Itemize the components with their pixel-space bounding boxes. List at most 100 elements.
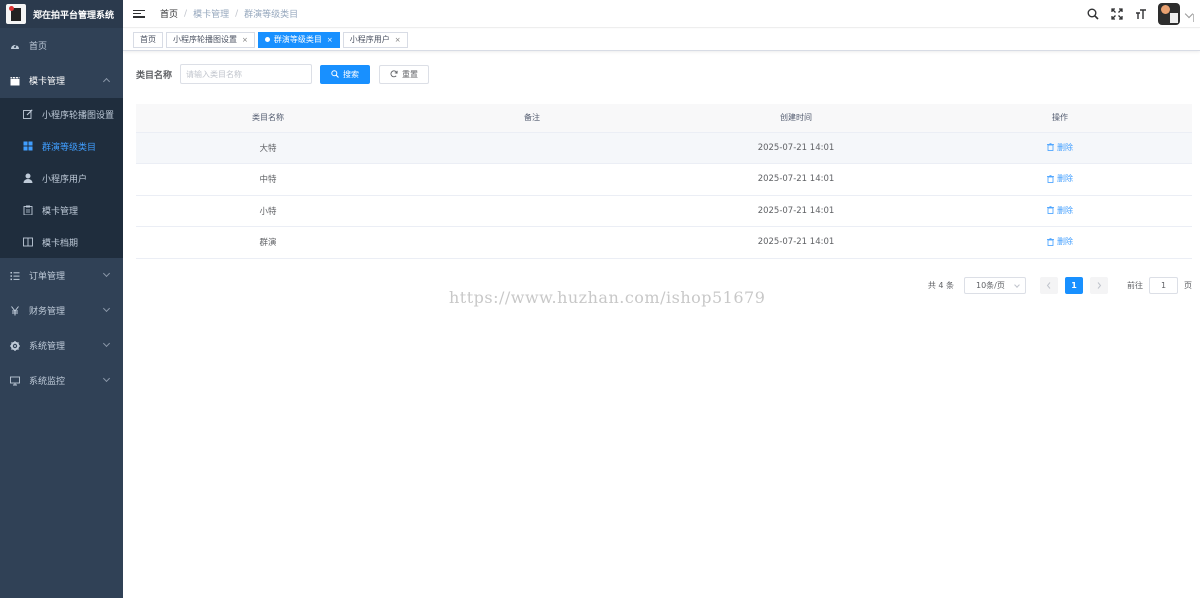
category-name-label: 类目名称 (136, 70, 173, 81)
sidebar-item-orders[interactable]: 订单管理 (0, 258, 123, 293)
table-row: 大特 2025-07-21 14:01 删除 (136, 132, 1192, 164)
delete-button[interactable]: 删除 (1047, 205, 1073, 216)
hamburger-icon[interactable] (133, 8, 145, 20)
delete-button[interactable]: 删除 (1047, 173, 1073, 184)
reset-button-label: 重置 (402, 69, 419, 79)
category-table: 类目名称 备注 创建时间 操作 大特 2025-07-21 14:01 删除 中 (136, 104, 1192, 259)
next-page-button[interactable] (1090, 276, 1108, 294)
reset-button[interactable]: 重置 (379, 64, 430, 84)
list-icon (9, 270, 21, 282)
tag-extras-category[interactable]: 群演等级类目 × (257, 31, 340, 48)
grid-icon (22, 140, 34, 152)
sidebar-item-label: 小程序轮播图设置 (42, 110, 115, 121)
table-header-row: 类目名称 备注 创建时间 操作 (136, 104, 1192, 133)
scrollbar-handle[interactable] (1193, 14, 1194, 22)
cell-name: 大特 (136, 132, 400, 164)
sidebar-item-home[interactable]: 首页 (0, 28, 123, 63)
fullscreen-icon[interactable] (1110, 7, 1124, 21)
delete-label: 删除 (1057, 237, 1073, 246)
sidebar-item-label: 群演等级类目 (42, 142, 97, 153)
cell-action: 删除 (928, 163, 1192, 196)
tag-label: 小程序轮播图设置 (173, 35, 237, 44)
delete-label: 删除 (1057, 142, 1073, 152)
navbar: 首页 / 模卡管理 / 群演等级类目 (123, 0, 1200, 28)
sidebar-item-modelcard-schedule[interactable]: 模卡档期 (0, 226, 123, 258)
pagination-total: 共 4 条 (927, 280, 954, 290)
sidebar-item-label: 订单管理 (29, 272, 66, 282)
app-title: 郑在拍平台管理系统 (33, 10, 115, 21)
yen-icon (9, 305, 21, 317)
sidebar-item-carousel-settings[interactable]: 小程序轮播图设置 (0, 98, 123, 130)
chevron-down-icon (102, 374, 111, 383)
sidebar-item-monitor[interactable]: 系统监控 (0, 363, 123, 398)
delete-button[interactable]: 删除 (1047, 236, 1073, 247)
watermark: https://www.huzhan.com/ishop51679 (449, 288, 766, 307)
chevron-up-icon (102, 77, 111, 86)
page-size-select[interactable]: 10条/页 (964, 276, 1026, 294)
pagination: 共 4 条 10条/页 1 前往 页 (928, 276, 1192, 294)
caret-down-icon[interactable] (1184, 9, 1194, 19)
breadcrumb-item-modelcard: 模卡管理 (193, 10, 230, 20)
delete-label: 删除 (1057, 205, 1073, 215)
col-header-action: 操作 (928, 104, 1192, 133)
logo[interactable]: 郑在拍平台管理系统 (0, 0, 123, 28)
sidebar-item-miniapp-users[interactable]: 小程序用户 (0, 162, 123, 194)
book-icon (22, 236, 34, 248)
sidebar-item-modelcard-manage[interactable]: 模卡管理 (0, 194, 123, 226)
sidebar-item-label: 模卡管理 (42, 206, 79, 217)
table-row: 中特 2025-07-21 14:01 删除 (136, 163, 1192, 196)
page-number-1[interactable]: 1 (1065, 276, 1083, 294)
cell-action: 删除 (928, 195, 1192, 227)
breadcrumb-item-home[interactable]: 首页 (160, 7, 178, 20)
search-button[interactable]: 搜索 (320, 64, 371, 84)
active-dot-icon (264, 37, 270, 42)
search-icon[interactable] (1086, 7, 1100, 21)
navbar-right (1086, 0, 1200, 28)
close-icon[interactable]: × (395, 36, 401, 44)
avatar[interactable] (1158, 3, 1180, 25)
sidebar-item-modelcard[interactable]: 模卡管理 (0, 63, 123, 98)
trash-icon (1047, 237, 1054, 246)
tag-miniapp-users[interactable]: 小程序用户 × (342, 31, 408, 48)
close-icon[interactable]: × (242, 36, 248, 44)
cell-remark (400, 195, 664, 227)
sidebar-item-label: 模卡档期 (42, 238, 79, 249)
close-icon[interactable]: × (327, 36, 333, 44)
submenu-modelcard: 小程序轮播图设置 群演等级类目 小程序用户 模卡管理 模卡档期 (0, 98, 123, 258)
sidebar-item-label: 系统管理 (29, 342, 66, 352)
tag-label: 首页 (140, 35, 156, 44)
search-form: 类目名称 搜索 重置 (136, 52, 1192, 96)
gear-icon (9, 340, 21, 352)
tag-label: 小程序用户 (349, 35, 390, 44)
tag-label: 群演等级类目 (273, 35, 322, 44)
cell-action: 删除 (928, 226, 1192, 259)
cell-name: 群演 (136, 226, 400, 259)
table-row: 小特 2025-07-21 14:01 删除 (136, 195, 1192, 227)
breadcrumb-separator: / (235, 8, 239, 19)
col-header-name: 类目名称 (136, 104, 400, 133)
category-name-input[interactable] (180, 64, 313, 84)
cell-created: 2025-07-21 14:01 (664, 163, 928, 196)
sidebar-item-system[interactable]: 系统管理 (0, 328, 123, 363)
logo-image (6, 4, 26, 24)
cell-created: 2025-07-21 14:01 (664, 132, 928, 164)
sidebar-item-extras-category[interactable]: 群演等级类目 (0, 130, 123, 162)
sidebar-item-label: 小程序用户 (42, 174, 88, 185)
trash-icon (1047, 174, 1054, 183)
prev-page-button[interactable] (1040, 276, 1058, 294)
clapperboard-icon (9, 75, 21, 87)
delete-button[interactable]: 删除 (1047, 142, 1073, 153)
cell-created: 2025-07-21 14:01 (664, 195, 928, 227)
goto-prefix: 前往 (1127, 280, 1143, 290)
goto-page-input[interactable] (1149, 276, 1178, 294)
breadcrumb: 首页 / 模卡管理 / 群演等级类目 (160, 7, 298, 21)
tag-carousel-settings[interactable]: 小程序轮播图设置 × (166, 31, 255, 48)
cell-created: 2025-07-21 14:01 (664, 226, 928, 259)
tag-home[interactable]: 首页 (133, 31, 163, 48)
dashboard-icon (9, 40, 21, 52)
search-button-label: 搜索 (343, 69, 360, 79)
sidebar-item-finance[interactable]: 财务管理 (0, 293, 123, 328)
font-size-icon[interactable] (1134, 7, 1148, 21)
main-content: 类目名称 搜索 重置 类目名称 备注 创建时间 操作 大特 (136, 52, 1192, 294)
chevron-down-icon (102, 269, 111, 278)
